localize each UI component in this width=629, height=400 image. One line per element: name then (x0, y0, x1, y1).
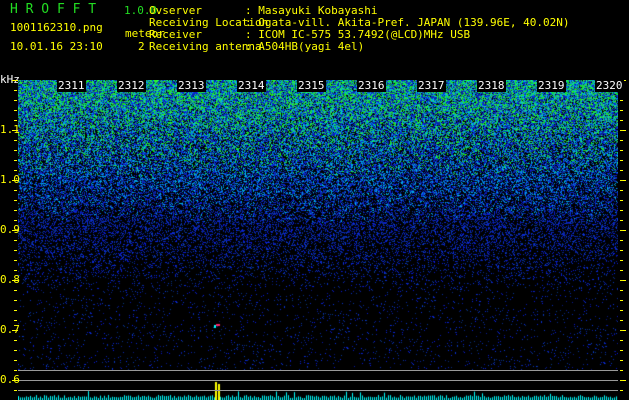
y-tick (14, 260, 17, 261)
y-tick (12, 230, 18, 231)
y-tick (14, 240, 17, 241)
time-label: 2311 (57, 79, 86, 92)
y-tick (14, 390, 17, 391)
y-tick (14, 90, 17, 91)
y-tick (14, 370, 17, 371)
y-tick (14, 140, 17, 141)
y-tick (620, 210, 623, 211)
y-tick (620, 300, 623, 301)
y-tick (620, 390, 623, 391)
spectrogram (18, 80, 618, 400)
y-tick (620, 170, 623, 171)
y-tick (14, 310, 17, 311)
y-tick (620, 380, 626, 381)
time-label: 2313 (177, 79, 206, 92)
y-tick (620, 140, 623, 141)
time-label: 2319 (537, 79, 566, 92)
y-tick (14, 250, 17, 251)
y-tick (620, 310, 623, 311)
info-value-antenna: : A504HB(yagi 4el) (245, 40, 365, 53)
y-tick (620, 290, 623, 291)
time-label: 2316 (357, 79, 386, 92)
y-tick (620, 350, 623, 351)
y-tick (12, 380, 18, 381)
y-tick (14, 200, 17, 201)
y-tick (12, 180, 18, 181)
time-label: 2320 (595, 79, 624, 92)
y-tick (620, 240, 623, 241)
y-tick (14, 110, 17, 111)
y-tick (14, 210, 17, 211)
y-tick (12, 280, 18, 281)
y-tick (14, 300, 17, 301)
y-tick (14, 270, 17, 271)
y-tick (620, 220, 623, 221)
y-tick (620, 120, 623, 121)
y-tick (14, 220, 17, 221)
y-tick (620, 100, 623, 101)
file-name: 1001162310.png (10, 21, 103, 34)
y-tick (12, 330, 18, 331)
y-tick (620, 360, 623, 361)
y-tick (620, 270, 623, 271)
y-tick (620, 190, 623, 191)
y-tick (14, 190, 17, 191)
level-line (18, 370, 618, 371)
y-tick (620, 340, 623, 341)
y-tick (620, 200, 623, 201)
y-tick (620, 280, 626, 281)
y-tick (14, 290, 17, 291)
y-tick (14, 340, 17, 341)
y-tick (620, 330, 626, 331)
y-tick (620, 110, 623, 111)
app-title: H R O F F T (10, 2, 97, 17)
time-label: 2318 (477, 79, 506, 92)
y-tick (14, 350, 17, 351)
meteor-count: 2 (138, 40, 145, 53)
y-tick (14, 150, 17, 151)
level-line (18, 380, 618, 381)
time-label: 2317 (417, 79, 446, 92)
y-tick (620, 370, 623, 371)
y-tick (12, 80, 18, 81)
y-tick (620, 180, 626, 181)
y-tick (620, 260, 623, 261)
y-tick (14, 100, 17, 101)
y-tick (620, 230, 626, 231)
y-tick (620, 250, 623, 251)
y-tick (620, 320, 623, 321)
y-tick (14, 160, 17, 161)
level-line (18, 390, 618, 391)
y-tick (620, 130, 626, 131)
time-label: 2314 (237, 79, 266, 92)
y-tick (14, 170, 17, 171)
time-label: 2312 (117, 79, 146, 92)
y-tick (620, 160, 623, 161)
file-datetime: 10.01.16 23:10 (10, 40, 103, 53)
y-tick (620, 150, 623, 151)
time-label: 2315 (297, 79, 326, 92)
y-tick (14, 120, 17, 121)
y-tick (12, 130, 18, 131)
y-tick (14, 360, 17, 361)
y-tick (14, 320, 17, 321)
